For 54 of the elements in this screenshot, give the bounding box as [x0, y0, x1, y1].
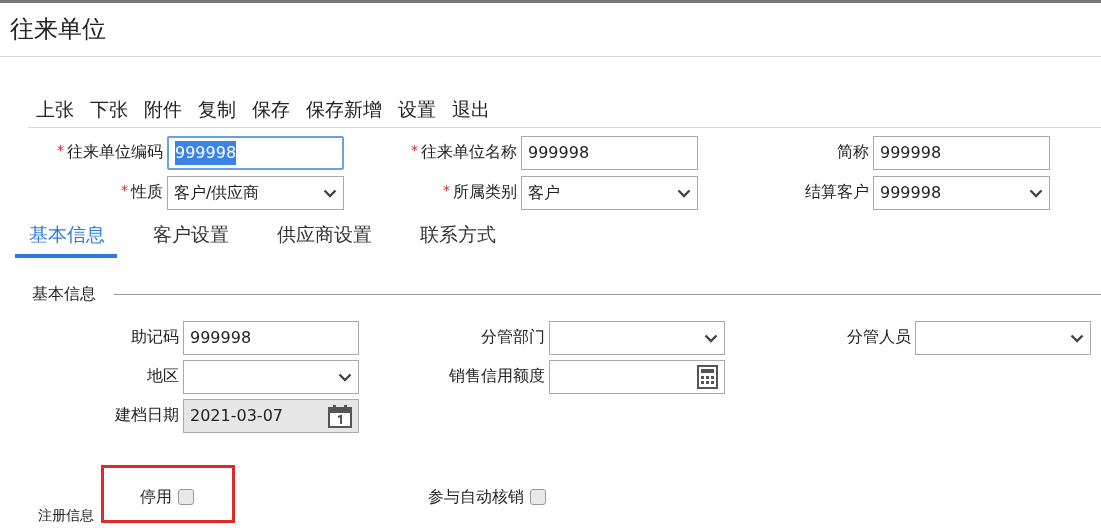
- field-label: 助记码: [131, 326, 179, 348]
- toolbar-button[interactable]: 保存新增: [298, 91, 390, 127]
- tab[interactable]: 客户设置: [139, 220, 241, 258]
- chevron-down-icon: [1070, 333, 1084, 343]
- section-title: 注册信息: [38, 507, 94, 523]
- chevron-down-icon: [338, 372, 352, 382]
- dropdown[interactable]: [183, 360, 359, 394]
- field-label: 往来单位名称: [421, 141, 517, 163]
- dropdown[interactable]: 999998: [873, 176, 1050, 210]
- window-title: 往来单位: [10, 15, 106, 43]
- field-label: 性质: [131, 181, 163, 203]
- required-marker: *: [121, 181, 128, 200]
- field-label: 分管部门: [481, 326, 545, 348]
- field-label: 简称: [837, 141, 869, 163]
- dropdown[interactable]: [549, 321, 725, 355]
- chevron-down-icon: [1029, 188, 1043, 198]
- section-title: 基本信息: [32, 283, 96, 305]
- chevron-down-icon: [677, 188, 691, 198]
- tab[interactable]: 基本信息: [15, 220, 117, 258]
- toolbar-button[interactable]: 上张: [28, 91, 82, 127]
- input-field[interactable]: 999998: [167, 136, 344, 170]
- field-label: 结算客户: [805, 181, 869, 203]
- toolbar-button[interactable]: 保存: [244, 91, 298, 127]
- toolbar-button[interactable]: 复制: [190, 91, 244, 127]
- checkbox[interactable]: [530, 489, 546, 505]
- input-field[interactable]: 999998: [521, 136, 698, 170]
- field-label: 地区: [147, 365, 179, 387]
- checkbox[interactable]: [178, 489, 194, 505]
- required-marker: *: [57, 141, 64, 160]
- field-label: 往来单位编码: [67, 141, 163, 163]
- field-label: 建档日期: [115, 404, 179, 426]
- chevron-down-icon: [323, 188, 337, 198]
- tab[interactable]: 联系方式: [406, 220, 508, 258]
- toolbar-button[interactable]: 附件: [136, 91, 190, 127]
- toolbar-button[interactable]: 设置: [390, 91, 444, 127]
- checkbox-label: 参与自动核销: [428, 486, 524, 508]
- tab[interactable]: 供应商设置: [263, 220, 384, 258]
- amount-field[interactable]: [549, 360, 725, 394]
- field-label: 分管人员: [847, 326, 911, 348]
- required-marker: *: [443, 181, 450, 200]
- field-label: 销售信用额度: [449, 365, 545, 387]
- calendar-icon: [328, 404, 352, 428]
- toolbar-button[interactable]: 下张: [82, 91, 136, 127]
- dropdown[interactable]: [915, 321, 1091, 355]
- chevron-down-icon: [704, 333, 718, 343]
- input-field[interactable]: 999998: [183, 321, 359, 355]
- required-marker: *: [411, 141, 418, 160]
- checkbox-label: 停用: [140, 486, 172, 508]
- toolbar-button[interactable]: 退出: [444, 91, 498, 127]
- field-label: 所属类别: [453, 181, 517, 203]
- dropdown[interactable]: 客户/供应商: [167, 176, 344, 210]
- calculator-icon: [697, 365, 718, 389]
- input-field[interactable]: 999998: [873, 136, 1050, 170]
- dropdown[interactable]: 客户: [521, 176, 698, 210]
